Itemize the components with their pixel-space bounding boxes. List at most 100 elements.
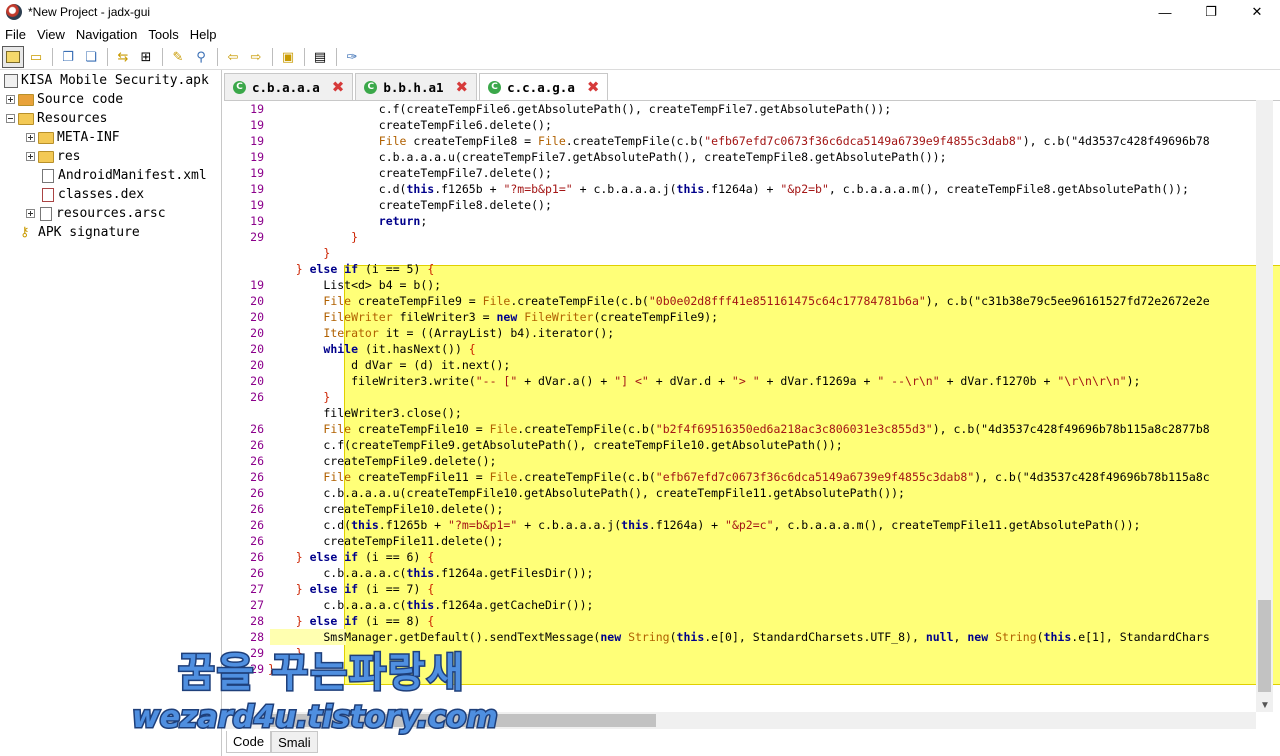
tree-item-apk-signature[interactable]: ⚷ APK signature [20, 223, 140, 242]
tree-item-res[interactable]: res [26, 147, 80, 166]
code-line: fileWriter3.close(); [268, 406, 462, 420]
expand-icon[interactable] [6, 95, 15, 104]
line-number-gutter: 19 19 19 19 19 19 19 19 29 19 20 20 20 20 20 20 26 26 26 26… [224, 101, 268, 712]
expand-icon[interactable] [26, 209, 35, 218]
decompile-icon[interactable]: ▣ [277, 46, 299, 68]
code-line: } [323, 246, 331, 260]
line-number: 19 [250, 278, 264, 292]
line-number: 26 [250, 390, 264, 404]
dex-file-icon [42, 187, 54, 202]
tree-item-label: resources.arsc [56, 206, 166, 221]
watermark-url: wezard4u.tistory.com [131, 699, 500, 737]
code-editor[interactable]: 19 19 19 19 19 19 19 19 29 19 20 20 20 20 20 20 26 26 26 26… [224, 100, 1280, 712]
tab-label: c.c.a.g.a [507, 79, 575, 95]
code-line: c.d(this.f1265b + "?m=b&p1=" + c.b.a.a.a… [268, 182, 1189, 196]
toolbar-separator [336, 47, 337, 66]
line-number: 26 [250, 518, 264, 532]
maximize-button[interactable]: ❐ [1188, 0, 1234, 24]
code-line: createTempFile7.delete(); [268, 166, 552, 180]
code-line: c.b.a.a.a.c(this.f1264a.getFilesDir()); [268, 566, 594, 580]
menu-bar: File View Navigation Tools Help [0, 24, 1280, 44]
copy-icon[interactable]: ❐ [57, 46, 79, 68]
tab-b-b-h-a1[interactable]: C b.b.h.a1 ✖ [355, 73, 478, 100]
menu-help[interactable]: Help [185, 27, 223, 42]
code-line: c.d(this.f1265b + "?m=b&p1=" + c.b.a.a.a… [268, 518, 1141, 532]
tab-c-b-a-a-a[interactable]: C c.b.a.a.a ✖ [224, 73, 354, 100]
menu-navigation[interactable]: Navigation [71, 27, 143, 42]
menu-file[interactable]: File [0, 27, 32, 42]
back-icon[interactable]: ⇦ [222, 46, 244, 68]
close-tab-icon[interactable]: ✖ [587, 78, 600, 96]
code-line: } else if (i == 6) { [295, 550, 435, 564]
code-line: } else if (i == 8) { [295, 614, 435, 628]
tree-item-label: res [57, 149, 81, 164]
open-project-icon[interactable] [2, 45, 24, 68]
tree-item-meta-inf[interactable]: META-INF [26, 128, 120, 147]
close-tab-icon[interactable]: ✖ [332, 78, 345, 96]
class-icon: C [364, 80, 378, 94]
line-number: 26 [250, 534, 264, 548]
code-line: fileWriter3.write("-- [" + dVar.a() + "]… [268, 374, 1141, 388]
code-line: createTempFile9.delete(); [268, 454, 497, 468]
tree-item-source-code[interactable]: Source code [6, 90, 123, 109]
sync-icon[interactable]: ⇆ [112, 46, 134, 68]
toolbar-separator [217, 47, 218, 66]
vertical-scroll-thumb[interactable] [1258, 600, 1271, 692]
wand-icon[interactable]: ✎ [167, 46, 189, 68]
line-number: 19 [250, 134, 264, 148]
line-number [224, 261, 264, 277]
line-number: 26 [250, 438, 264, 452]
line-number: 19 [250, 198, 264, 212]
line-number: 19 [250, 214, 264, 228]
tab-c-c-a-g-a[interactable]: C c.c.a.g.a ✖ [479, 73, 609, 100]
expand-icon[interactable] [26, 152, 35, 161]
toolbar-separator [52, 47, 53, 66]
line-number: 19 [250, 102, 264, 116]
paste-icon[interactable]: ❏ [80, 46, 102, 68]
line-number: 26 [250, 550, 264, 564]
tree-icon[interactable]: ⊞ [135, 46, 157, 68]
collapse-icon[interactable] [6, 114, 15, 123]
line-number: 20 [250, 358, 264, 372]
tree-item-label: META-INF [57, 130, 120, 145]
tree-item-label: Resources [37, 111, 108, 126]
editor-tabs: C c.b.a.a.a ✖ C b.b.h.a1 ✖ C c.c.a.g.a ✖ [224, 73, 610, 100]
menu-tools[interactable]: Tools [143, 27, 184, 42]
code-line: d dVar = (d) it.next(); [268, 358, 511, 372]
tree-item-resources-arsc[interactable]: resources.arsc [26, 204, 166, 223]
menu-view[interactable]: View [32, 27, 71, 42]
line-number: 26 [250, 566, 264, 580]
tree-item-classes[interactable]: classes.dex [40, 185, 144, 204]
search-icon[interactable]: ⚲ [190, 46, 212, 68]
code-line: File createTempFile11 = File.createTempF… [323, 470, 1210, 484]
code-line: c.b.a.a.a.u(createTempFile7.getAbsoluteP… [268, 150, 947, 164]
minimize-button[interactable]: — [1142, 0, 1188, 24]
tree-item-manifest[interactable]: AndroidManifest.xml [40, 166, 207, 185]
line-number: 20 [250, 326, 264, 340]
tree-item-resources[interactable]: Resources [6, 109, 107, 128]
code-line: File createTempFile8 = File.createTempFi… [378, 134, 1210, 148]
toolbar-separator [162, 47, 163, 66]
code-line: } [351, 230, 359, 244]
line-number: 26 [250, 454, 264, 468]
class-icon: C [488, 80, 502, 94]
close-button[interactable]: ✕ [1234, 0, 1280, 24]
code-line: return; [378, 214, 428, 228]
class-icon: C [233, 80, 246, 94]
toolbar-separator [272, 47, 273, 66]
line-number: 19 [250, 118, 264, 132]
vertical-scrollbar[interactable]: ▼ [1256, 100, 1273, 712]
line-number: 20 [250, 294, 264, 308]
log-icon[interactable]: ▤ [309, 46, 331, 68]
scroll-down-icon[interactable]: ▼ [1260, 700, 1270, 711]
forward-icon[interactable]: ⇨ [245, 46, 267, 68]
window-title: *New Project - jadx-gui [28, 5, 151, 19]
close-tab-icon[interactable]: ✖ [456, 78, 469, 96]
expand-icon[interactable] [26, 133, 35, 142]
file-icon [42, 168, 54, 183]
resources-folder-icon [18, 112, 34, 125]
tree-item-apk[interactable]: KISA Mobile Security.apk [4, 71, 209, 90]
preferences-icon[interactable]: ✑ [341, 46, 363, 68]
save-project-icon[interactable]: ▭ [25, 46, 47, 68]
tree-item-label: Source code [37, 92, 124, 107]
